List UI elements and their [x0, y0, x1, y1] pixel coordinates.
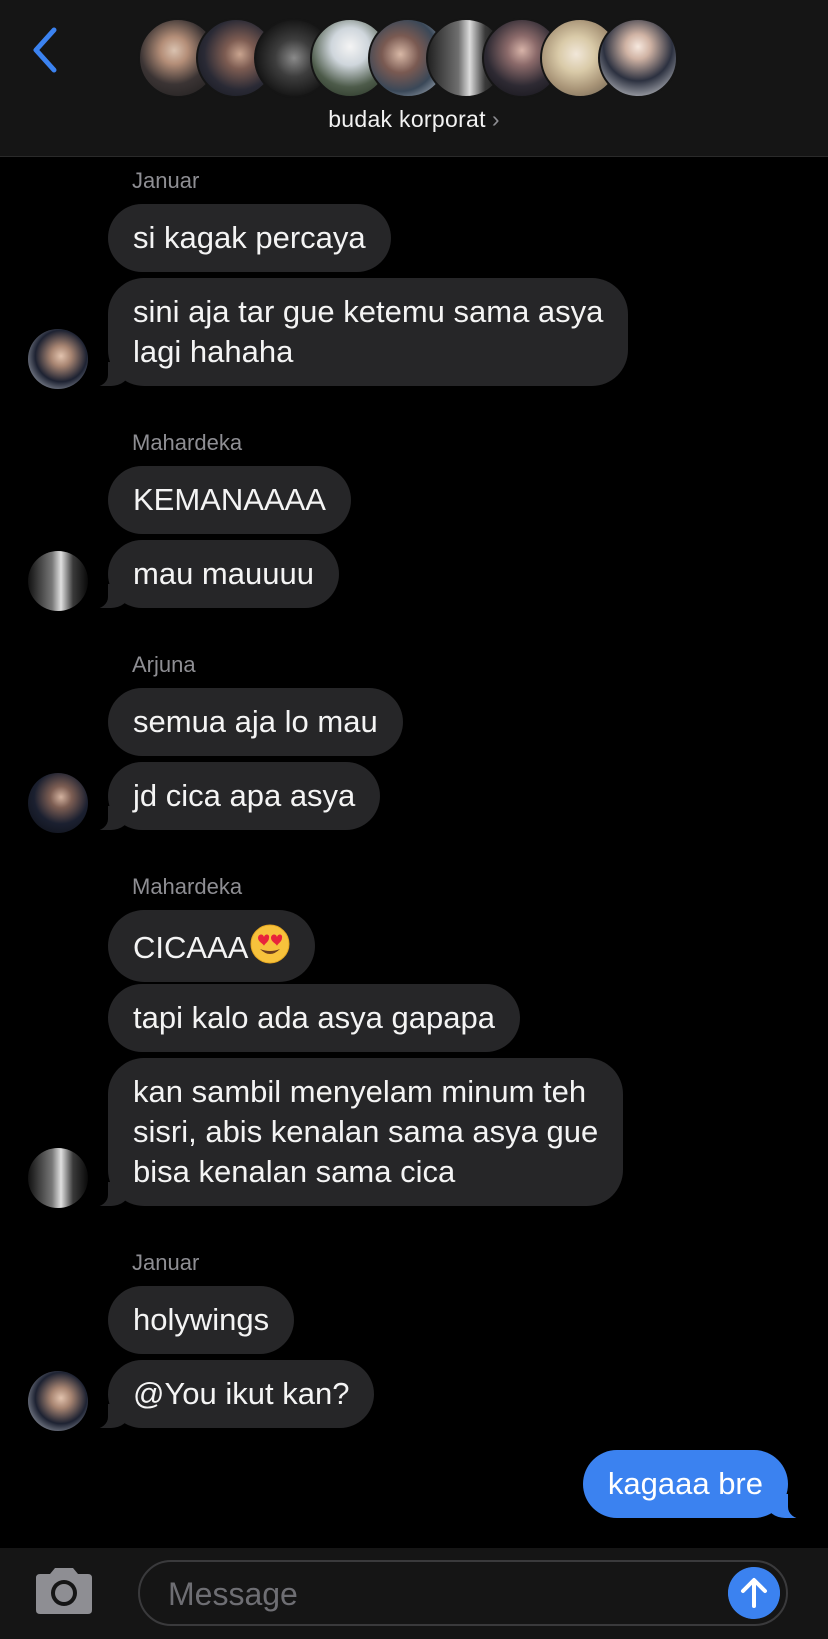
sender-avatar[interactable] [28, 1371, 88, 1431]
group-member-avatar [598, 18, 678, 98]
sender-avatar[interactable] [28, 551, 88, 611]
message-bubble[interactable]: jd cica apa asya [85, 762, 381, 831]
message-bubble[interactable]: holywings [108, 1286, 295, 1354]
message-bubble[interactable]: CICAAA [108, 910, 316, 982]
camera-icon[interactable] [32, 1566, 96, 1616]
sender-name: Mahardeka [132, 430, 243, 455]
message-list[interactable]: Januar si kagak percaya sini aja tar gue… [0, 158, 828, 1548]
compose-bar [0, 1548, 828, 1639]
sender-avatar[interactable] [28, 773, 88, 833]
sender-name: Mahardeka [132, 874, 243, 899]
message-bubble[interactable]: semua aja lo mau [108, 688, 403, 756]
group-name-button[interactable]: budak korporat › [0, 106, 828, 133]
message-input[interactable] [166, 1572, 690, 1616]
message-bubble[interactable]: mau mauuuu [86, 540, 339, 609]
message-text: CICAAA [133, 930, 249, 965]
group-avatar-stack[interactable] [138, 18, 698, 100]
sender-name: Januar [132, 1250, 200, 1275]
back-chevron-icon[interactable] [22, 22, 72, 78]
my-message-bubble[interactable]: kagaaa bre [582, 1450, 811, 1519]
group-name-label: budak korporat [328, 106, 486, 132]
message-bubble[interactable]: si kagak percaya [108, 204, 391, 272]
message-bubble[interactable]: kan sambil menyelam minum teh sisri, abi… [85, 1058, 624, 1207]
sender-avatar[interactable] [28, 1148, 88, 1208]
sender-name: Arjuna [132, 652, 196, 677]
message-bubble[interactable]: tapi kalo ada asya gapapa [108, 984, 520, 1052]
message-bubble[interactable]: KEMANAAAA [108, 466, 351, 534]
sender-name: Januar [132, 168, 200, 193]
sender-avatar[interactable] [28, 329, 88, 389]
message-bubble[interactable]: @You ikut kan? [85, 1360, 375, 1429]
chevron-right-icon: › [491, 106, 500, 132]
send-arrow-up-icon[interactable] [728, 1567, 780, 1619]
message-field[interactable] [138, 1560, 788, 1626]
message-bubble[interactable]: sini aja tar gue ketemu sama asya lagi h… [85, 278, 629, 387]
heart-eyes-emoji-icon [250, 924, 290, 964]
conversation-header: budak korporat › [0, 0, 828, 157]
